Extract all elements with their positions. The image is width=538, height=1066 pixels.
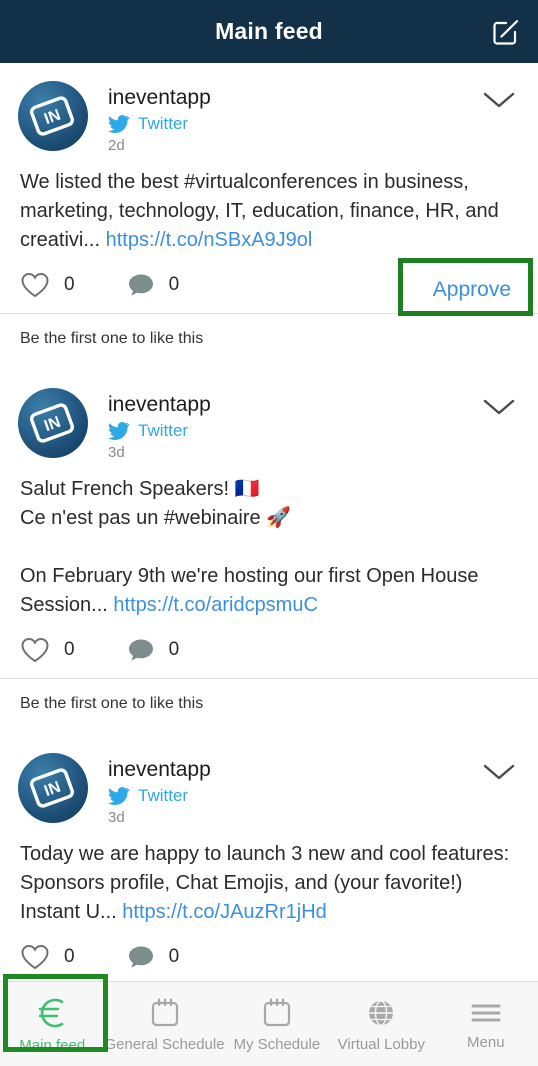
comment-action[interactable]: 0 [127, 944, 180, 970]
comment-action[interactable]: 0 [127, 272, 180, 298]
nav-item-virtual-lobby[interactable]: Virtual Lobby [329, 982, 433, 1066]
likes-note: Be the first one to like this [20, 330, 204, 347]
bottom-navigation: Main feed General Schedule My Schedule V… [0, 974, 538, 1066]
post-username[interactable]: ineventapp [108, 757, 482, 783]
nav-item-my-schedule[interactable]: My Schedule [225, 982, 329, 1066]
post-author-block: ineventapp Twitter 2d [108, 81, 482, 154]
chevron-down-icon[interactable] [482, 81, 520, 116]
post-actions: 0 0 Approve [0, 255, 538, 316]
comment-action[interactable]: 0 [127, 637, 180, 663]
post-header: IN ineventapp Twitter 2d [0, 81, 538, 154]
chevron-down-icon-glyph [483, 399, 515, 415]
post-body: Salut French Speakers! 🇫🇷 Ce n'est pas u… [0, 461, 538, 620]
post-username[interactable]: ineventapp [108, 392, 482, 418]
inevent-logo-icon: IN [30, 768, 74, 808]
avatar[interactable]: IN [18, 81, 88, 151]
like-action[interactable]: 0 [20, 271, 75, 299]
nav-label-menu: Menu [467, 1033, 505, 1051]
comment-icon [128, 639, 153, 661]
avatar[interactable]: IN [18, 753, 88, 823]
nav-label-main-feed: Main feed [19, 1036, 86, 1054]
app-header: Main feed [0, 0, 538, 63]
post-body-link[interactable]: https://t.co/nSBxA9J9ol [106, 229, 313, 251]
nav-label-general-schedule: General Schedule [104, 1035, 225, 1053]
chevron-down-icon-glyph [483, 764, 515, 780]
post-source: Twitter [108, 786, 482, 806]
calendar-icon [151, 997, 178, 1026]
feed-list[interactable]: IN ineventapp Twitter 2d We listed the b… [0, 63, 538, 981]
feed-post: IN ineventapp Twitter 2d We listed the b… [0, 63, 538, 370]
nav-label-virtual-lobby: Virtual Lobby [337, 1035, 425, 1053]
like-count: 0 [64, 639, 75, 660]
inevent-logo-icon: IN [30, 403, 74, 443]
avatar[interactable]: IN [18, 388, 88, 458]
post-author-block: ineventapp Twitter 3d [108, 753, 482, 826]
post-actions: 0 0 [0, 620, 538, 679]
post-source-label: Twitter [138, 786, 189, 805]
likes-note: Be the first one to like this [20, 695, 204, 712]
nav-item-general-schedule[interactable]: General Schedule [104, 982, 225, 1066]
comment-count: 0 [168, 274, 180, 295]
post-username[interactable]: ineventapp [108, 85, 482, 111]
chevron-down-icon[interactable] [482, 388, 520, 423]
comment-icon [128, 946, 153, 968]
post-source-label: Twitter [138, 114, 189, 133]
post-body: Today we are happy to launch 3 new and c… [0, 826, 538, 927]
like-count: 0 [64, 274, 75, 295]
post-timestamp: 3d [108, 809, 125, 826]
post-timestamp: 2d [108, 137, 125, 154]
calendar-icon [263, 997, 290, 1026]
twitter-bird-icon [108, 115, 130, 133]
feed-post: IN ineventapp Twitter 3d [0, 735, 538, 981]
post-body-link[interactable]: https://t.co/JAuzRr1jHd [122, 901, 327, 923]
hamburger-icon [471, 1004, 501, 1021]
heart-icon [21, 944, 49, 970]
post-timestamp: 3d [108, 444, 125, 461]
compose-icon-glyph [493, 20, 519, 45]
like-action[interactable]: 0 [20, 636, 75, 664]
chevron-down-icon[interactable] [482, 753, 520, 788]
mobile-app-screen: Main feed IN ineventapp Twitter 2d We li… [0, 0, 538, 1066]
post-body: We listed the best #virtualconferences i… [0, 154, 538, 255]
chevron-down-icon-glyph [483, 92, 515, 108]
feed-icon [39, 998, 64, 1027]
twitter-bird-icon [108, 787, 130, 805]
post-body-link[interactable]: https://t.co/aridcpsmuC [113, 594, 318, 616]
comment-count: 0 [168, 639, 180, 660]
post-author-block: ineventapp Twitter 3d [108, 388, 482, 461]
svg-text:IN: IN [42, 779, 63, 800]
heart-icon [21, 272, 49, 298]
post-source: Twitter [108, 114, 482, 134]
inevent-logo-icon: IN [30, 96, 74, 136]
post-source-label: Twitter [138, 421, 189, 440]
post-header: IN ineventapp Twitter 3d [0, 388, 538, 461]
post-actions: 0 0 [0, 927, 538, 981]
nav-item-menu[interactable]: Menu [434, 982, 538, 1066]
like-count: 0 [64, 946, 75, 967]
nav-label-my-schedule: My Schedule [233, 1035, 321, 1053]
twitter-bird-icon [108, 422, 130, 440]
post-source: Twitter [108, 421, 482, 441]
svg-text:IN: IN [42, 107, 63, 128]
like-action[interactable]: 0 [20, 943, 75, 971]
heart-icon [21, 637, 49, 663]
svg-text:IN: IN [42, 414, 63, 435]
feed-post: IN ineventapp Twitter 3d [0, 370, 538, 735]
comment-icon [128, 274, 153, 296]
globe-icon [369, 999, 394, 1026]
comment-count: 0 [168, 946, 180, 967]
nav-item-main-feed[interactable]: Main feed [0, 982, 104, 1066]
approve-button[interactable]: Approve [411, 260, 533, 320]
page-title: Main feed [215, 18, 323, 44]
compose-icon[interactable] [488, 14, 524, 50]
post-header: IN ineventapp Twitter 3d [0, 753, 538, 826]
